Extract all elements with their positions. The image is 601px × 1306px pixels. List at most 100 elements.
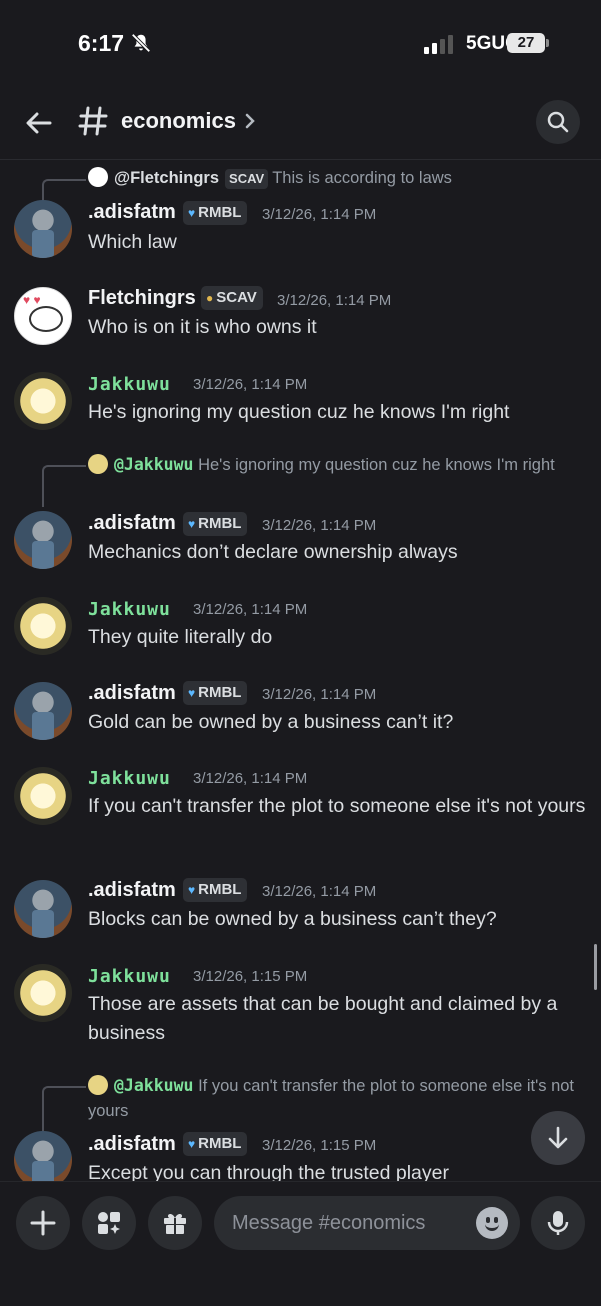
role-tag: ● SCAV: [201, 286, 263, 310]
timestamp: 3/12/26, 1:14 PM: [262, 206, 377, 223]
avatar[interactable]: [14, 767, 72, 825]
reply-text: This is according to laws: [272, 169, 452, 187]
timestamp: 3/12/26, 1:14 PM: [262, 517, 377, 534]
battery-icon: [546, 39, 549, 47]
apps-sparkle-icon: [98, 1212, 120, 1234]
role-tag-label: RMBL: [198, 881, 242, 898]
reply-preview[interactable]: @Fletchingrs SCAV This is according to law…: [88, 166, 588, 191]
avatar[interactable]: [14, 1131, 72, 1181]
timestamp: 3/12/26, 1:14 PM: [193, 376, 308, 393]
role-tag: ♥ RMBL: [183, 201, 248, 225]
reply-author: @Jakkuwu: [114, 1076, 194, 1095]
avatar[interactable]: [14, 682, 72, 740]
timestamp: 3/12/26, 1:14 PM: [277, 292, 392, 309]
skull-icon: ●: [206, 291, 214, 305]
timestamp: 3/12/26, 1:14 PM: [193, 601, 308, 618]
message-input[interactable]: [214, 1196, 520, 1250]
message-text: Who is on it is who owns it: [88, 316, 317, 338]
reply-avatar: [88, 454, 108, 474]
heart-icon: ♥: [188, 686, 196, 700]
battery-level: 27: [507, 33, 545, 53]
heart-icon: ♥: [188, 517, 196, 531]
reply-preview[interactable]: @Jakkuwu If you can't transfer the plot …: [88, 1073, 588, 1124]
plus-icon: [30, 1210, 56, 1236]
role-tag: ♥ RMBL: [183, 878, 248, 902]
search-button[interactable]: [536, 100, 580, 144]
author-name[interactable]: Jakkuwu: [88, 374, 171, 395]
message-text: Mechanics don’t declare ownership always: [88, 541, 458, 563]
heart-icon: ♥: [188, 1137, 196, 1151]
author-name[interactable]: .adisfatm: [88, 1133, 176, 1156]
author-name[interactable]: Jakkuwu: [88, 768, 171, 789]
avatar[interactable]: [14, 200, 72, 258]
role-tag-label: SCAV: [216, 289, 257, 306]
reply-text: He's ignoring my question cuz he knows I…: [198, 456, 555, 474]
reply-preview[interactable]: @Jakkuwu He's ignoring my question cuz h…: [88, 452, 588, 478]
timestamp: 3/12/26, 1:14 PM: [193, 770, 308, 787]
muted-bell-icon: [131, 33, 151, 53]
avatar[interactable]: [14, 287, 72, 345]
smiley-icon: [485, 1223, 499, 1231]
emoji-button[interactable]: [476, 1207, 508, 1239]
avatar[interactable]: [14, 372, 72, 430]
reply-role-tag: SCAV: [225, 169, 269, 189]
avatar[interactable]: [14, 597, 72, 655]
reply-avatar: [88, 1075, 108, 1095]
author-name[interactable]: Jakkuwu: [88, 599, 171, 620]
message-text: Except you can through the trusted playe…: [88, 1162, 449, 1181]
reply-author: @Fletchingrs: [114, 169, 220, 187]
timestamp: 3/12/26, 1:14 PM: [262, 686, 377, 703]
apps-button[interactable]: [82, 1196, 136, 1250]
message-list[interactable]: @Fletchingrs SCAV This is according to law…: [0, 161, 601, 1181]
timestamp: 3/12/26, 1:15 PM: [262, 1137, 377, 1154]
voice-message-button[interactable]: [531, 1196, 585, 1250]
clock: 6:17: [78, 30, 125, 56]
reply-author: @Jakkuwu: [114, 455, 194, 474]
author-name[interactable]: Fletchingrs: [88, 287, 196, 310]
hashtag-icon: [78, 106, 108, 136]
avatar[interactable]: [14, 880, 72, 938]
author-name[interactable]: .adisfatm: [88, 201, 176, 224]
timestamp: 3/12/26, 1:14 PM: [262, 883, 377, 900]
timestamp: 3/12/26, 1:15 PM: [193, 968, 308, 985]
message-text: If you can't transfer the plot to someon…: [88, 795, 586, 817]
gift-button[interactable]: [148, 1196, 202, 1250]
role-tag: ♥ RMBL: [183, 512, 248, 536]
microphone-icon: [547, 1211, 569, 1235]
signal-icon: [424, 35, 453, 54]
reply-connector: [42, 1086, 86, 1131]
reply-avatar: [88, 167, 108, 187]
arrow-down-icon: [548, 1126, 568, 1149]
jump-to-latest-button[interactable]: [531, 1111, 585, 1165]
role-tag: ♥ RMBL: [183, 1132, 248, 1156]
message-text: Those are assets that can be bought and …: [88, 993, 558, 1044]
reply-connector: [42, 465, 86, 507]
gift-icon: [164, 1213, 186, 1234]
author-name[interactable]: Jakkuwu: [88, 966, 171, 987]
author-name[interactable]: .adisfatm: [88, 512, 176, 535]
author-name[interactable]: .adisfatm: [88, 879, 176, 902]
message-composer: [0, 1181, 601, 1306]
channel-title[interactable]: economics: [121, 108, 236, 134]
channel-header: economics: [0, 90, 601, 160]
add-attachment-button[interactable]: [16, 1196, 70, 1250]
avatar[interactable]: [14, 964, 72, 1022]
heart-icon: ♥: [188, 883, 196, 897]
message-text: He's ignoring my question cuz he knows I…: [88, 401, 510, 423]
search-icon: [547, 111, 569, 133]
role-tag-label: RMBL: [198, 515, 242, 532]
message-text: They quite literally do: [88, 626, 273, 648]
role-tag-label: RMBL: [198, 1135, 242, 1152]
role-tag: ♥ RMBL: [183, 681, 248, 705]
message-text: Which law: [88, 231, 177, 253]
back-arrow-icon[interactable]: [22, 106, 56, 140]
status-bar: 6:17 5GUC 27: [0, 0, 601, 90]
role-tag-label: RMBL: [198, 204, 242, 221]
heart-icon: ♥: [188, 206, 196, 220]
message-text: Blocks can be owned by a business can’t …: [88, 908, 497, 930]
author-name[interactable]: .adisfatm: [88, 682, 176, 705]
avatar[interactable]: [14, 511, 72, 569]
chevron-right-icon[interactable]: [243, 110, 257, 132]
scrollbar[interactable]: [594, 944, 597, 990]
role-tag-label: RMBL: [198, 684, 242, 701]
